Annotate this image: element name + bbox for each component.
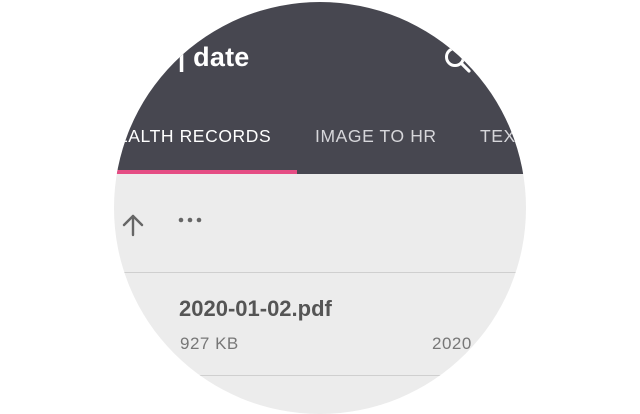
magnified-view: th Records | date EALTH RECORDS IMAGE TO… [114, 2, 526, 414]
list-item[interactable]: ...f [114, 376, 526, 414]
page-title: th Records | date [114, 42, 250, 72]
tab-bar: EALTH RECORDS IMAGE TO HR TEX [114, 112, 526, 174]
file-size: 927 KB [180, 334, 239, 353]
list-item[interactable]: 2020-01-02.pdf 927 KB 2020 [114, 274, 526, 374]
file-name: ...f [179, 396, 205, 414]
navigation-row [114, 174, 526, 274]
tab-health-records[interactable]: EALTH RECORDS [116, 126, 271, 147]
ellipsis-icon[interactable] [178, 212, 204, 223]
file-name: 2020-01-02.pdf [179, 296, 332, 321]
arrow-up-icon[interactable] [120, 212, 146, 238]
file-date: 2020 [432, 334, 472, 353]
search-icon[interactable] [442, 44, 474, 76]
tab-text[interactable]: TEX [480, 126, 516, 147]
divider [114, 272, 526, 273]
tab-image-to-hr[interactable]: IMAGE TO HR [315, 126, 437, 147]
